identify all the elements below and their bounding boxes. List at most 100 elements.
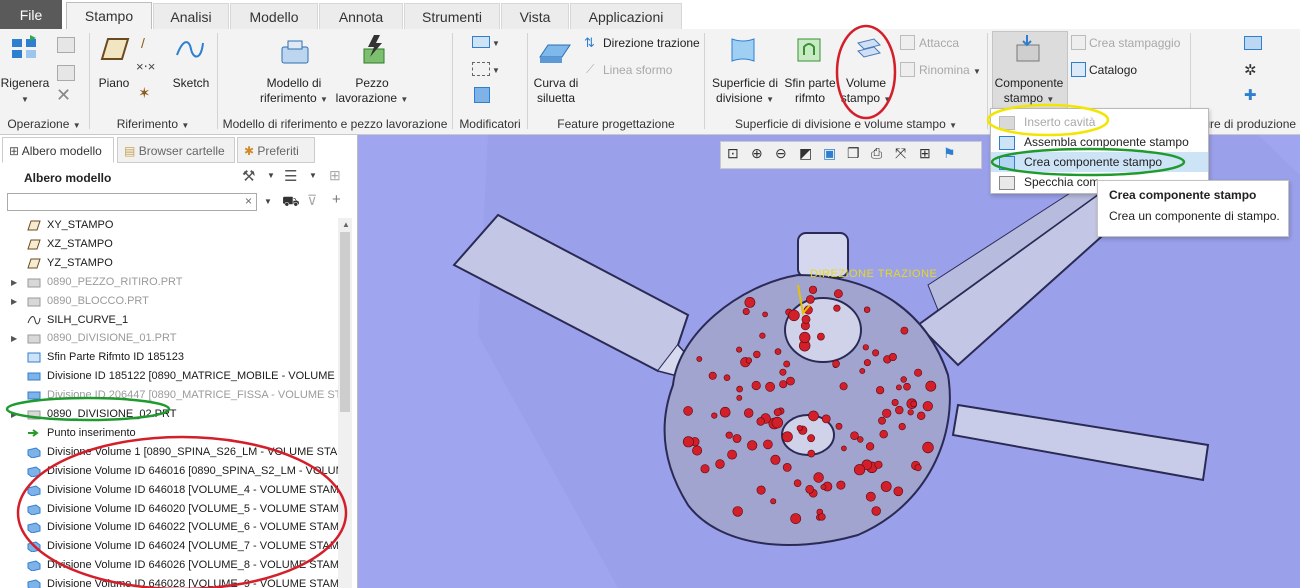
display-style-icon[interactable]: ▣ <box>823 145 836 162</box>
piano-button[interactable]: Piano <box>96 76 132 91</box>
tree-item[interactable]: ▶ 0890_DIVISIONE_01.PRT <box>0 329 338 348</box>
expand-toggle-icon[interactable]: ▶ <box>11 405 17 424</box>
production-icon-3[interactable]: ✚ <box>1244 86 1257 104</box>
mirror-icon[interactable] <box>474 87 490 103</box>
tree-item-label: Divisione Volume ID 646024 [VOLUME_7 - V… <box>47 540 338 553</box>
tab-modello[interactable]: Modello <box>230 3 318 29</box>
feature-marker <box>751 380 761 391</box>
production-icon-1[interactable] <box>1244 36 1262 50</box>
find-icon[interactable]: ⛟ <box>282 193 300 212</box>
group-superficie-volume[interactable]: Superficie di divisione e volume stampo … <box>705 116 987 134</box>
tree-item[interactable]: Divisione Volume ID 646016 [0890_SPINA_S… <box>0 462 338 481</box>
tree-item[interactable]: XZ_STAMPO <box>0 235 338 254</box>
menu-item-assembla[interactable]: Assembla componente stampo <box>991 132 1208 152</box>
group-riferimento[interactable]: Riferimento ▼ <box>90 116 216 134</box>
tab-preferiti[interactable]: ✱ Preferiti <box>237 137 315 163</box>
menu-item-crea-componente[interactable]: Crea componente stampo <box>991 152 1208 172</box>
modello-riferimento-button[interactable]: Modello di riferimento ▼ <box>258 76 330 107</box>
tree-item[interactable]: ▶ 0890_PEZZO_RITIRO.PRT <box>0 273 338 292</box>
settings-icon[interactable]: ⚒ <box>242 167 255 185</box>
feature-marker <box>762 311 768 318</box>
tab-applicazioni[interactable]: Applicazioni <box>570 3 682 29</box>
expand-toggle-icon[interactable]: ▶ <box>11 292 17 311</box>
tree-item[interactable]: Divisione ID 185122 [0890_MATRICE_MOBILE… <box>0 367 338 386</box>
copy-icon[interactable] <box>57 37 75 53</box>
catalogo-button[interactable]: Catalogo <box>1089 63 1137 78</box>
tree-item-label: Punto inserimento <box>47 426 136 439</box>
tree-item[interactable]: Divisione Volume 1 [0890_SPINA_S26_LM - … <box>0 443 338 462</box>
point-icon[interactable]: ×‧× <box>136 59 155 75</box>
graphics-toolbar: ⊡ ⊕ ⊖ ◩ ▣ ❐ ⎙ ⤧ ⊞ ⚑ <box>720 141 982 169</box>
expand-toggle-icon[interactable]: ▶ <box>11 329 17 348</box>
tab-file[interactable]: File <box>0 0 62 29</box>
tree-item[interactable]: Divisione Volume ID 646024 [VOLUME_7 - V… <box>0 537 338 556</box>
feature-marker <box>922 401 933 412</box>
linea-sformo-button[interactable]: Linea sformo <box>603 63 672 78</box>
clear-search-icon[interactable]: × <box>245 194 252 208</box>
mold-component-icon <box>1016 35 1040 62</box>
curva-siluetta-button[interactable]: Curva di siluetta <box>530 76 582 106</box>
tree-item[interactable]: Divisione Volume ID 646026 [VOLUME_8 - V… <box>0 556 338 575</box>
repaint-icon[interactable]: ◩ <box>799 145 812 162</box>
zoom-in-icon[interactable]: ⊕ <box>751 145 763 162</box>
group-modello-pezzo[interactable]: Modello di riferimento e pezzo lavorazio… <box>218 116 452 134</box>
sketch-button[interactable]: Sketch <box>170 76 212 91</box>
axis-icon[interactable]: / <box>141 35 145 51</box>
tree-search-input[interactable] <box>7 193 257 211</box>
datum-display-icon[interactable]: ⊞ <box>919 145 931 162</box>
menu-item-inserto-cavita[interactable]: Inserto cavità <box>991 112 1208 132</box>
refit-icon[interactable]: ⊡ <box>727 145 739 162</box>
tree-item[interactable]: Divisione Volume ID 646028 [VOLUME_9 - V… <box>0 575 338 588</box>
feature-marker <box>736 394 743 401</box>
crea-stampaggio-button[interactable]: Crea stampaggio <box>1089 36 1180 51</box>
group-modificatori: Modificatori <box>459 117 521 131</box>
tree-item[interactable]: Divisione Volume ID 646022 [VOLUME_6 - V… <box>0 518 338 537</box>
tab-annota[interactable]: Annota <box>319 3 403 29</box>
sfin-parte-rifmto-button[interactable]: Sfin parte rifmto <box>782 76 838 106</box>
tree-item[interactable]: Sfin Parte Rifmto ID 185123 <box>0 348 338 367</box>
componente-stampo-button[interactable]: Componente stampo ▼ <box>992 76 1066 107</box>
tree-item[interactable]: Divisione Volume ID 646020 [VOLUME_5 - V… <box>0 500 338 519</box>
tab-analisi[interactable]: Analisi <box>153 3 229 29</box>
tree-item[interactable]: SILH_CURVE_1 <box>0 311 338 330</box>
feature-marker <box>888 353 897 362</box>
group-operazione[interactable]: Operazione ▼ <box>0 116 88 134</box>
attacca-button[interactable]: Attacca <box>919 36 959 51</box>
delete-icon[interactable]: ✕ <box>56 85 71 106</box>
tab-browser-cartelle[interactable]: ▤ Browser cartelle <box>117 137 235 163</box>
tab-stampo[interactable]: Stampo <box>66 2 152 30</box>
production-icon-2[interactable]: ✲ <box>1244 61 1257 79</box>
rinomina-button[interactable]: Rinomina ▼ <box>919 63 981 79</box>
tab-vista[interactable]: Vista <box>501 3 569 29</box>
tab-strumenti[interactable]: Strumenti <box>404 3 500 29</box>
tree-item[interactable]: ▶ 0890_BLOCCO.PRT <box>0 292 338 311</box>
tree-filter-icon[interactable]: ⊞ <box>329 167 341 184</box>
csys-icon[interactable]: ✶ <box>138 84 151 102</box>
direzione-trazione-button[interactable]: Direzione trazione <box>603 36 700 51</box>
filter-icon[interactable]: ⊽ <box>307 192 317 209</box>
rigenera-button[interactable]: Rigenera ▼ <box>0 76 50 107</box>
tree-item[interactable]: XY_STAMPO <box>0 216 338 235</box>
tree-item[interactable]: Divisione Volume ID 646018 [VOLUME_4 - V… <box>0 481 338 500</box>
tree-item[interactable]: ▶ 0890_DIVISIONE_02.PRT <box>0 405 338 424</box>
show-icon[interactable]: ☰ <box>284 167 297 185</box>
add-icon[interactable]: + <box>332 191 341 208</box>
tree-item[interactable]: Divisione ID 206447 [0890_MATRICE_FISSA … <box>0 386 338 405</box>
tree-item[interactable]: YZ_STAMPO <box>0 254 338 273</box>
group-produzione: ture di produzione <box>1200 117 1297 131</box>
pattern-icon[interactable] <box>472 62 490 76</box>
expand-toggle-icon[interactable]: ▶ <box>11 273 17 292</box>
zoom-out-icon[interactable]: ⊖ <box>775 145 787 162</box>
annotation-display-icon[interactable]: ⚑ <box>943 145 956 162</box>
perspective-icon[interactable]: ⤧ <box>895 145 906 162</box>
tree-item[interactable]: Punto inserimento <box>0 424 338 443</box>
saved-views-icon[interactable]: ❐ <box>847 145 860 162</box>
modifier-icon[interactable] <box>472 36 490 48</box>
paste-icon[interactable] <box>57 65 75 81</box>
tree-scrollbar[interactable]: ▲ <box>338 218 352 588</box>
volume-stampo-button[interactable]: Volume stampo ▼ <box>838 76 894 107</box>
superficie-divisione-button[interactable]: Superficie di divisione ▼ <box>708 76 782 107</box>
view-manager-icon[interactable]: ⎙ <box>871 145 882 162</box>
tab-albero-modello[interactable]: ⊞ Albero modello <box>2 137 114 163</box>
pezzo-lavorazione-button[interactable]: Pezzo lavorazione ▼ <box>332 76 412 107</box>
